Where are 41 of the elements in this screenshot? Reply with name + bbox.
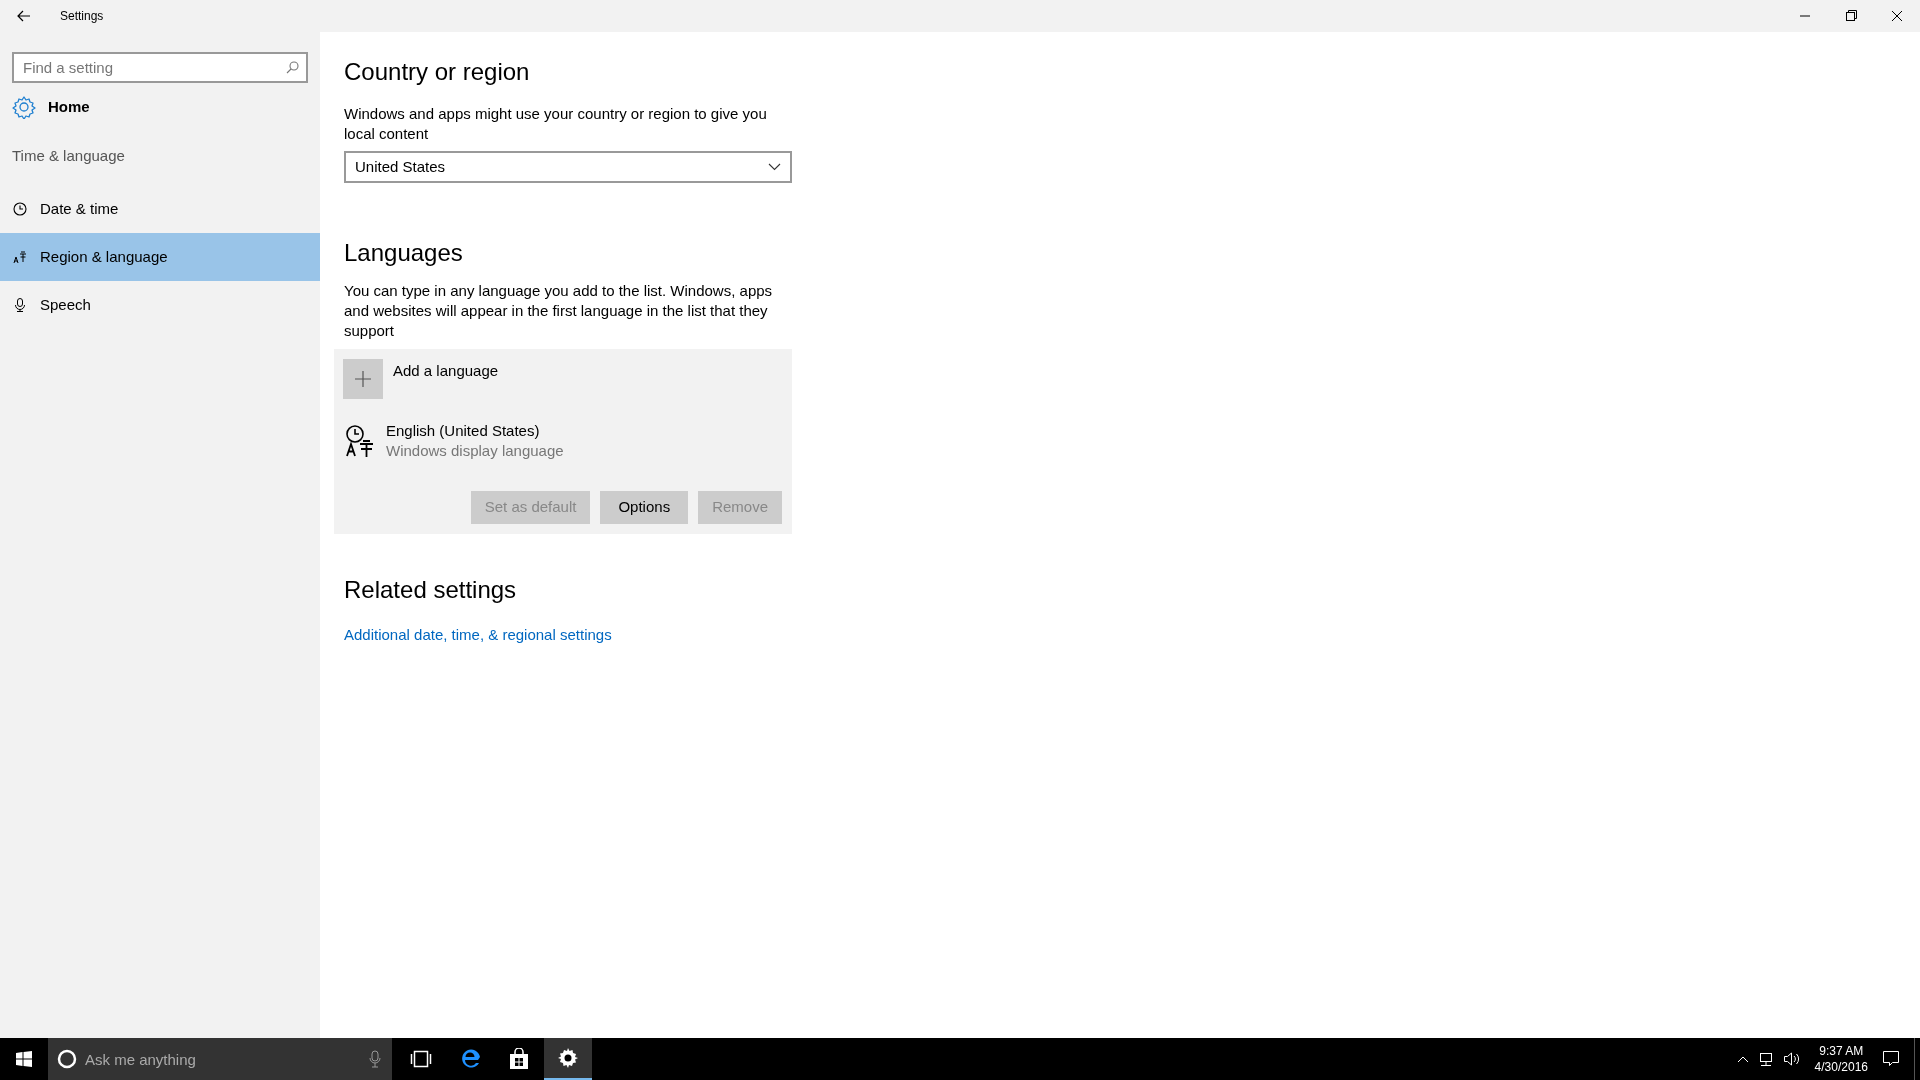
- section-heading: Languages: [344, 238, 464, 267]
- language-icon: [344, 424, 376, 458]
- section-heading: Related settings: [344, 575, 518, 604]
- microphone-icon[interactable]: [369, 1050, 381, 1068]
- task-view-icon: [410, 1050, 432, 1068]
- back-icon[interactable]: [17, 10, 31, 22]
- microphone-icon: [13, 298, 27, 312]
- language-name[interactable]: English (United States): [386, 421, 564, 441]
- circle-icon: [57, 1049, 77, 1069]
- search-field[interactable]: Find a setting: [12, 52, 308, 83]
- network-icon[interactable]: [1757, 1051, 1774, 1067]
- section-heading: Country or region: [344, 57, 531, 86]
- settings-icon: [557, 1047, 579, 1069]
- settings-link[interactable]: Additional date, time, & regional settings: [344, 624, 612, 647]
- chevron-down-icon: [768, 163, 781, 171]
- add-language-label[interactable]: Add a language: [393, 360, 499, 383]
- speaker-icon[interactable]: [1782, 1051, 1801, 1067]
- taskbar-app-button[interactable]: [544, 1038, 592, 1080]
- plus-icon: [354, 370, 372, 388]
- browser-e-icon: [459, 1048, 481, 1070]
- section-label: Time & language: [11, 146, 126, 165]
- chevron-up-icon[interactable]: [1736, 1055, 1749, 1063]
- clock-icon: [13, 202, 27, 216]
- language-detail: Windows display language: [386, 441, 564, 461]
- settings-icon: [12, 95, 36, 119]
- country-dropdown[interactable]: United States: [344, 151, 792, 183]
- language-action-button[interactable]: Options: [600, 491, 689, 524]
- shopping-bag-icon: [508, 1048, 530, 1070]
- notification-icon[interactable]: [1882, 1050, 1900, 1068]
- language-icon: [13, 250, 27, 264]
- taskbar-search-field[interactable]: Ask me anything: [48, 1038, 392, 1080]
- description-text: Windows and apps might use your country or region to give you local content: [344, 104, 768, 144]
- nav-item[interactable]: Date & time: [0, 185, 320, 233]
- windows-logo-icon: [16, 1051, 32, 1067]
- home-link[interactable]: Home: [48, 95, 90, 119]
- description-text: You can type in any language you add to the list. Windows, apps and websites will appear in the first language in the list that they support: [344, 281, 774, 341]
- nav-item[interactable]: Region & language: [0, 233, 320, 281]
- search-icon: [286, 61, 299, 74]
- window-title: Settings: [60, 8, 104, 25]
- taskbar-clock[interactable]: 9:37 AM 4/30/2016: [1814, 1043, 1868, 1075]
- nav-item[interactable]: Speech: [0, 281, 320, 329]
